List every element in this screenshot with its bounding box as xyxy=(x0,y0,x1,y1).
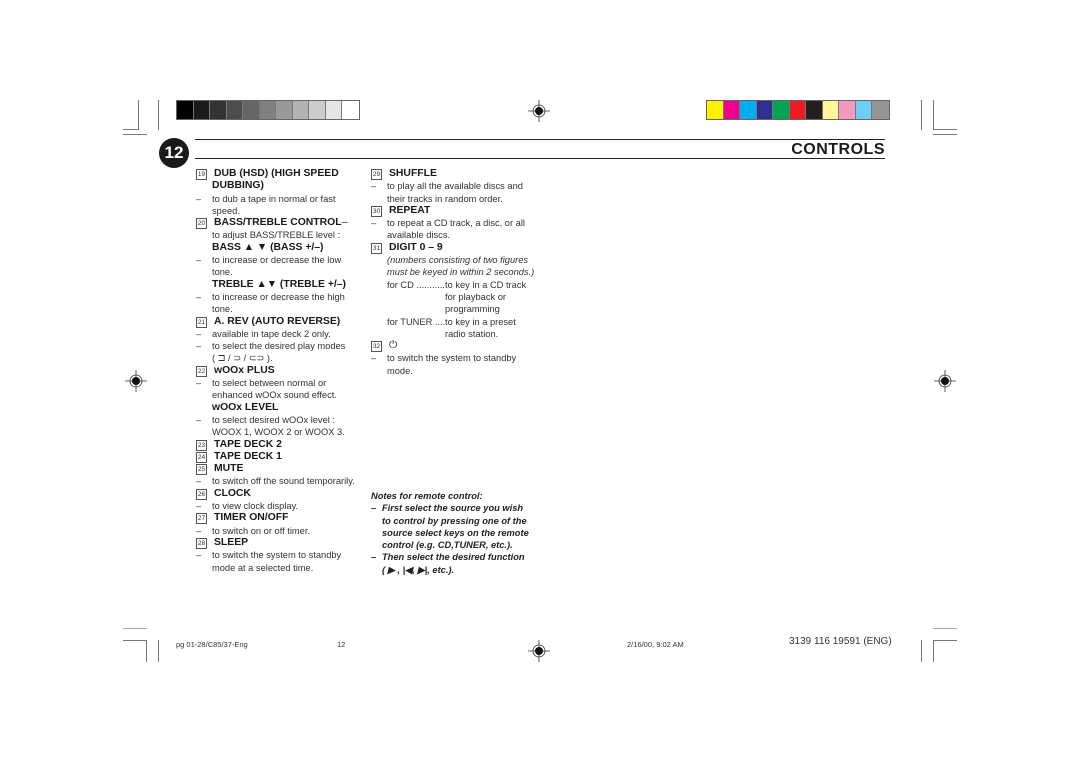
registration-mark-icon xyxy=(528,100,550,122)
crop-mark xyxy=(933,129,957,130)
crop-mark xyxy=(158,640,159,662)
control-item-dub: 19 DUB (HSD) (HIGH SPEED xyxy=(196,168,339,180)
registration-mark-icon xyxy=(528,640,550,662)
color-swatch xyxy=(723,101,740,119)
footer-file-name: pg 01-28/C85/37-Eng xyxy=(176,640,248,649)
page-number-badge: 12 xyxy=(159,138,189,168)
control-item-standby: 32 ⏻ xyxy=(371,340,398,353)
controls-column-1: 19 DUB (HSD) (HIGH SPEED DUBBING) – to dub… xyxy=(196,168,366,574)
remote-control-notes: Notes for remote control: – First select … xyxy=(371,490,541,576)
control-item-digit: 31 DIGIT 0 – 9 xyxy=(371,241,443,254)
color-swatch xyxy=(707,101,724,119)
color-swatch xyxy=(309,101,326,119)
color-swatch xyxy=(806,101,823,119)
color-swatch xyxy=(756,101,773,119)
crop-mark xyxy=(138,100,139,130)
control-item-repeat: 30 REPEAT xyxy=(371,204,431,217)
control-item-woox-plus: 22 wOOx PLUS xyxy=(196,364,275,377)
color-swatch xyxy=(210,101,227,119)
grayscale-color-bar xyxy=(176,100,360,120)
crop-mark xyxy=(933,100,934,130)
crop-mark xyxy=(933,640,957,641)
control-item-bass-treble: 20 BASS/TREBLE CONTROL – xyxy=(196,217,348,230)
process-color-bar xyxy=(706,100,890,120)
registration-mark-icon xyxy=(934,370,956,392)
page-title: CONTROLS xyxy=(791,141,885,158)
color-swatch xyxy=(177,101,194,119)
header-rule-top xyxy=(195,139,885,140)
color-swatch xyxy=(259,101,276,119)
color-swatch xyxy=(342,101,359,119)
color-swatch xyxy=(773,101,790,119)
crop-mark xyxy=(933,628,957,629)
crop-mark xyxy=(123,129,139,130)
color-swatch xyxy=(276,101,293,119)
control-item-sleep: 28 SLEEP xyxy=(196,536,249,549)
footer-product-code: 3139 116 19591 (ENG) xyxy=(789,636,892,647)
color-swatch xyxy=(325,101,342,119)
controls-column-2: 29 SHUFFLE – to play all the available dis… xyxy=(371,168,541,377)
crop-mark xyxy=(933,640,934,662)
notes-title: Notes for remote control: xyxy=(371,491,483,501)
color-swatch xyxy=(839,101,856,119)
control-item-mute: 25 MUTE xyxy=(196,463,244,476)
color-swatch xyxy=(226,101,243,119)
control-item-tape-deck-2: 23 TAPE DECK 2 xyxy=(196,438,282,451)
crop-mark xyxy=(933,134,957,135)
color-swatch xyxy=(740,101,757,119)
control-item-timer: 27 TIMER ON/OFF xyxy=(196,512,289,525)
crop-mark xyxy=(921,640,922,662)
crop-mark xyxy=(123,628,147,629)
color-swatch xyxy=(789,101,806,119)
registration-mark-icon xyxy=(125,370,147,392)
color-swatch xyxy=(193,101,210,119)
color-swatch xyxy=(872,101,889,119)
color-swatch xyxy=(822,101,839,119)
footer-datetime: 2/16/00, 9:02 AM xyxy=(627,640,684,649)
control-item-tape-deck-1: 24 TAPE DECK 1 xyxy=(196,450,282,463)
color-swatch xyxy=(243,101,260,119)
crop-mark xyxy=(921,100,922,130)
control-item-auto-reverse: 21 A. REV (AUTO REVERSE) xyxy=(196,315,341,328)
control-item-clock: 26 CLOCK xyxy=(196,487,251,500)
power-icon: ⏻ xyxy=(389,340,398,352)
color-swatch xyxy=(855,101,872,119)
crop-mark xyxy=(123,134,147,135)
crop-mark xyxy=(123,640,147,641)
footer-page-number: 12 xyxy=(337,640,346,649)
control-item-shuffle: 29 SHUFFLE xyxy=(371,168,437,180)
crop-mark xyxy=(146,640,147,662)
header-rule-bottom xyxy=(195,158,885,159)
color-swatch xyxy=(292,101,309,119)
crop-mark xyxy=(158,100,159,130)
